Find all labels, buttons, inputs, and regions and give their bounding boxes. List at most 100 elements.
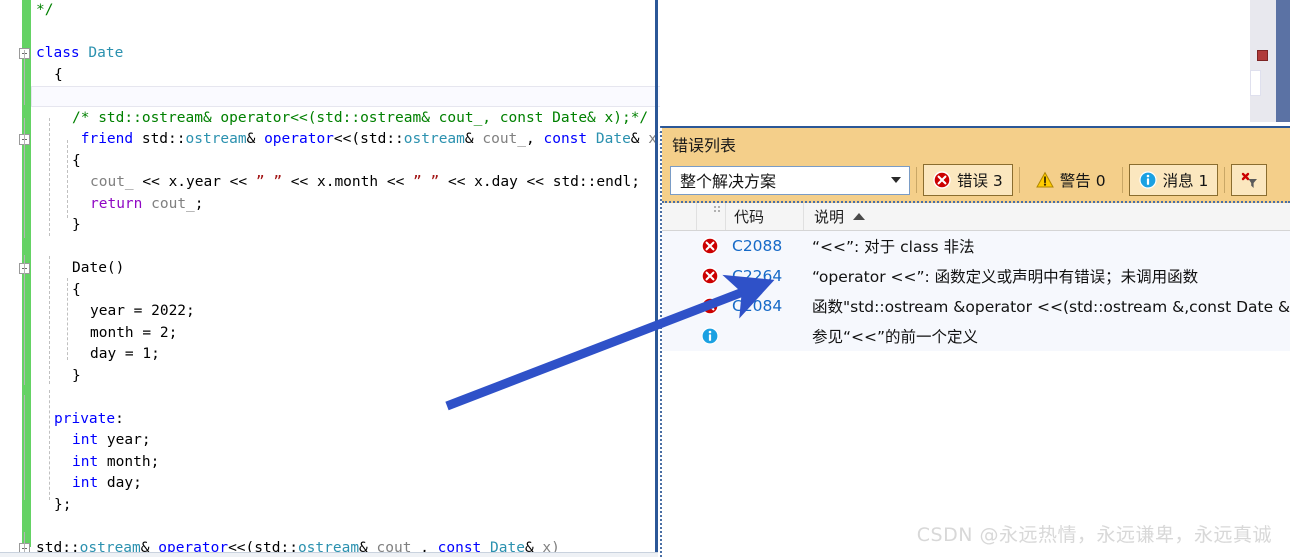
- scrollbar-track[interactable]: [1250, 0, 1276, 122]
- row-severity-icon: [696, 297, 724, 315]
- code-line[interactable]: class Date: [0, 43, 660, 65]
- code-line[interactable]: }: [0, 366, 660, 388]
- outline-guide: [24, 255, 25, 385]
- code-editor[interactable]: */class Date{public:/* std::ostream& ope…: [0, 0, 660, 557]
- error-list-row[interactable]: 参见“<<”的前一个定义: [662, 321, 1290, 351]
- code-token: 1: [142, 346, 152, 362]
- error-list-toolbar[interactable]: 整个解决方案 错误 3 警告 0 消息 1: [662, 159, 1290, 203]
- code-token: friend: [72, 131, 142, 147]
- code-line[interactable]: [0, 237, 660, 259]
- code-line-text: private:: [54, 409, 124, 431]
- code-line-text: int month;: [72, 452, 159, 474]
- toggle-warnings-button[interactable]: 警告 0: [1026, 164, 1116, 196]
- toggle-errors-label: 错误 3: [957, 172, 1003, 190]
- scrollbar-thumb[interactable]: [1250, 70, 1261, 96]
- code-line-text: cout_ << x.year << ” ” << x.month << ” ”…: [90, 172, 640, 194]
- outline-guide: [24, 50, 25, 105]
- code-token: Date: [595, 131, 631, 147]
- code-line[interactable]: return cout_;: [0, 194, 660, 216]
- error-list-panel[interactable]: 错误列表 整个解决方案 错误 3 警告 0 消息 1 代码 说明 C2088 “…: [660, 126, 1290, 557]
- error-marker[interactable]: [1257, 50, 1268, 61]
- code-line[interactable]: month = 2;: [0, 323, 660, 345]
- editor-vertical-scrollbar[interactable]: [1250, 0, 1290, 126]
- info-icon: [701, 327, 719, 345]
- error-list-row[interactable]: C2084 函数"std::ostream &operator <<(std::o…: [662, 291, 1290, 321]
- code-line[interactable]: friend std::ostream& operator<<(std::ost…: [0, 129, 660, 151]
- error-list-column-headers[interactable]: 代码 说明: [662, 203, 1290, 231]
- row-code[interactable]: C2084: [724, 297, 802, 315]
- code-line-text: int year;: [72, 430, 151, 452]
- code-line[interactable]: {: [0, 280, 660, 302]
- column-header-description[interactable]: 说明: [804, 203, 1290, 230]
- code-line-text: Date(): [72, 258, 124, 280]
- code-token: ;: [194, 195, 204, 212]
- code-line[interactable]: int day;: [0, 473, 660, 495]
- column-severity-icon[interactable]: [697, 203, 726, 230]
- column-header-code[interactable]: 代码: [726, 203, 804, 230]
- column-grip-icon: [714, 206, 722, 214]
- row-description: “<<”: 对于 class 非法: [812, 238, 975, 256]
- code-line[interactable]: private:: [0, 409, 660, 431]
- code-token: month;: [98, 453, 160, 470]
- row-description: 参见“<<”的前一个定义: [812, 328, 979, 346]
- code-line-text: */: [36, 0, 53, 22]
- toggle-messages-label: 消息 1: [1162, 172, 1209, 190]
- code-line[interactable]: [0, 516, 660, 538]
- clear-filter-button[interactable]: [1231, 164, 1268, 196]
- code-line[interactable]: int month;: [0, 452, 660, 474]
- row-code[interactable]: C2088: [724, 237, 802, 255]
- code-token: std::: [141, 131, 186, 147]
- code-token: ostream: [185, 131, 247, 147]
- code-token: ” ”: [413, 174, 440, 190]
- code-line-text: class Date: [36, 43, 123, 65]
- code-line[interactable]: [0, 387, 660, 409]
- toggle-messages-button[interactable]: 消息 1: [1128, 164, 1219, 196]
- indent-guide: [49, 390, 50, 500]
- code-line[interactable]: int year;: [0, 430, 660, 452]
- code-token: &: [630, 131, 649, 147]
- code-line-text: year = 2022;: [90, 301, 195, 323]
- error-list-row[interactable]: C2088 “<<”: 对于 class 非法: [662, 231, 1290, 261]
- info-icon: [1138, 171, 1157, 189]
- scope-filter-dropdown[interactable]: 整个解决方案: [670, 165, 910, 195]
- code-token: ostream: [403, 131, 465, 147]
- row-description: “operator <<”: 函数定义或声明中有错误；未调用函数: [812, 268, 1199, 286]
- error-icon: [701, 267, 719, 285]
- code-token: {: [72, 152, 81, 169]
- code-token: << x.day << std::endl;: [439, 174, 641, 190]
- code-token: year;: [98, 432, 151, 448]
- code-line[interactable]: year = 2022;: [0, 301, 660, 323]
- outline-guide: [24, 395, 25, 500]
- code-token: */: [36, 2, 54, 18]
- code-line-text: {: [54, 65, 63, 87]
- code-line-text: friend std::ostream& operator<<(std::ost…: [72, 129, 660, 151]
- scope-filter-value: 整个解决方案: [680, 172, 777, 191]
- code-line[interactable]: cout_ << x.year << ” ” << x.month << ” ”…: [0, 172, 660, 194]
- code-line[interactable]: };: [0, 495, 660, 517]
- code-line[interactable]: day = 1;: [0, 344, 660, 366]
- error-list-row[interactable]: C2264 “operator <<”: 函数定义或声明中有错误；未调用函数: [662, 261, 1290, 291]
- code-token: int: [72, 453, 99, 470]
- error-icon: [701, 297, 719, 315]
- row-code[interactable]: C2264: [724, 267, 802, 285]
- row-severity-icon: [696, 327, 724, 345]
- error-list-rows[interactable]: C2088 “<<”: 对于 class 非法 C2264 “operator <<”…: [662, 231, 1290, 351]
- code-token: cout_: [90, 174, 134, 190]
- indent-guide: [67, 140, 68, 218]
- code-token: const: [543, 131, 596, 147]
- code-line[interactable]: /* std::ostream& operator<<(std::ostream…: [0, 108, 660, 130]
- code-line-text: day = 1;: [90, 344, 160, 366]
- toggle-errors-button[interactable]: 错误 3: [923, 164, 1013, 196]
- code-token: day;: [98, 475, 142, 491]
- code-line[interactable]: {: [0, 151, 660, 173]
- code-token: std::: [360, 131, 404, 147]
- code-line[interactable]: */: [0, 0, 660, 22]
- code-line[interactable]: Date(): [0, 258, 660, 280]
- code-line[interactable]: {: [0, 65, 660, 87]
- code-token: day =: [90, 346, 143, 362]
- editor-bottom-border: [0, 552, 658, 557]
- code-line-text: return cout_;: [90, 194, 204, 216]
- code-token: }: [72, 367, 81, 384]
- code-line[interactable]: [0, 22, 660, 44]
- code-line[interactable]: }: [0, 215, 660, 237]
